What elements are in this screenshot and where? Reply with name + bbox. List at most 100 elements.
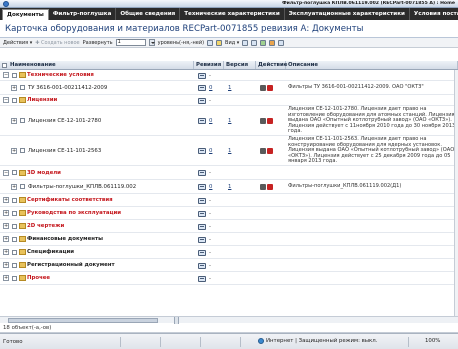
expand-toggle[interactable]: + <box>3 262 9 268</box>
table-row[interactable]: + Прочее - <box>0 272 458 285</box>
row-name[interactable]: ТУ 3616-001-00211412-2009 <box>28 85 107 91</box>
table-row[interactable]: −3D модели - <box>0 166 458 180</box>
help-icon[interactable] <box>278 39 285 46</box>
table-row[interactable]: + Финансовые документы - <box>0 233 458 246</box>
row-checkbox[interactable] <box>20 118 25 123</box>
row-name[interactable]: Спецификации <box>27 249 74 255</box>
clipboard-icon[interactable] <box>269 39 276 46</box>
row-name[interactable]: Лицензия СЕ-12-101-2780 <box>28 118 101 124</box>
export-icon[interactable] <box>251 39 258 46</box>
row-checkbox[interactable] <box>12 198 17 203</box>
col-revision[interactable]: Ревизия <box>194 61 224 69</box>
tab-documents[interactable]: Документы <box>2 9 49 20</box>
revision-link[interactable]: 0 <box>209 148 212 154</box>
row-name[interactable]: Регистрационный документ <box>27 262 115 268</box>
expand-toggle[interactable]: + <box>11 148 17 154</box>
version-link[interactable]: 1 <box>228 118 231 124</box>
row-name[interactable]: Прочее <box>27 275 50 281</box>
pdf-icon[interactable] <box>267 85 273 91</box>
row-checkbox[interactable] <box>12 276 17 281</box>
row-name[interactable]: Сертификаты соответствия <box>27 197 113 203</box>
revision-link[interactable]: 0 <box>209 184 212 190</box>
tab-delivery[interactable]: Условия поставки <box>410 8 458 20</box>
expand-dropdown-arrow[interactable] <box>148 39 155 46</box>
tab-filter[interactable]: Фильтр-поглушка <box>49 8 117 20</box>
expand-level-field[interactable]: 1 <box>115 39 146 46</box>
row-checkbox[interactable] <box>12 237 17 242</box>
table-row[interactable]: + Лицензия СЕ-11-101-2563 0 1 Лицензия СЕ… <box>0 136 458 166</box>
view-icon[interactable] <box>260 148 266 154</box>
row-name[interactable]: Лицензия СЕ-11-101-2563 <box>28 148 101 154</box>
actions-menu[interactable]: Действия ▾ <box>3 40 32 46</box>
table-row[interactable]: − Технические условия - <box>0 70 458 81</box>
expand-toggle[interactable]: + <box>3 210 9 216</box>
row-name[interactable]: Лицензии <box>27 97 57 103</box>
expand-toggle[interactable]: + <box>11 118 17 124</box>
select-all-checkbox[interactable] <box>2 62 7 68</box>
collapse-toggle[interactable]: − <box>3 170 9 176</box>
view-icon[interactable] <box>260 118 266 124</box>
row-name[interactable]: Руководства по эксплуатации <box>27 210 121 216</box>
col-version[interactable]: Версия <box>224 61 256 69</box>
tab-tech[interactable]: Технические характеристики <box>180 8 285 20</box>
revision-link[interactable]: 0 <box>209 118 212 124</box>
zoom-level[interactable]: 100% <box>425 338 440 344</box>
row-checkbox[interactable] <box>20 148 25 153</box>
expand-toggle[interactable]: + <box>3 197 9 203</box>
expand-toggle[interactable]: + <box>11 85 17 91</box>
expand-toggle[interactable]: + <box>3 223 9 229</box>
table-row[interactable]: + Спецификации - <box>0 246 458 259</box>
view-icon[interactable] <box>260 184 266 190</box>
horizontal-scrollbar[interactable] <box>0 316 458 324</box>
collapse-toggle[interactable]: − <box>3 72 9 78</box>
table-row[interactable]: + ТУ 3616-001-00211412-2009 0 1 Фильтры Т… <box>0 81 458 95</box>
documents-table: Наименование Ревизия Версия Действие Опи… <box>0 61 458 285</box>
tab-general[interactable]: Общие сведения <box>116 8 181 20</box>
row-name[interactable]: Технические условия <box>27 72 94 78</box>
pdf-icon[interactable] <box>267 148 273 154</box>
row-checkbox[interactable] <box>12 211 17 216</box>
row-checkbox[interactable] <box>12 73 17 78</box>
version-link[interactable]: 1 <box>228 148 231 154</box>
filter-icon[interactable] <box>216 39 223 46</box>
revision-link[interactable]: 0 <box>209 85 212 91</box>
version-link[interactable]: 1 <box>228 184 231 190</box>
expand-toggle[interactable]: + <box>11 184 17 190</box>
row-checkbox[interactable] <box>12 224 17 229</box>
columns-icon[interactable] <box>242 39 249 46</box>
tab-exploitation[interactable]: Эксплуатационные характеристики <box>285 8 410 20</box>
version-link[interactable]: 1 <box>228 85 231 91</box>
expand-toggle[interactable]: + <box>3 249 9 255</box>
print-icon[interactable] <box>260 39 267 46</box>
row-checkbox[interactable] <box>12 263 17 268</box>
row-checkbox[interactable] <box>12 250 17 255</box>
table-row[interactable]: + Руководства по эксплуатации - <box>0 207 458 220</box>
col-description[interactable]: Описание <box>286 61 458 69</box>
row-checkbox[interactable] <box>20 85 25 90</box>
expand-toggle[interactable]: + <box>3 275 9 281</box>
row-name[interactable]: Финансовые документы <box>27 236 103 242</box>
table-row[interactable]: + Регистрационный документ - <box>0 259 458 272</box>
col-action[interactable]: Действие <box>256 61 287 69</box>
pdf-icon[interactable] <box>267 184 273 190</box>
view-menu[interactable]: Вид ▾ <box>225 40 239 46</box>
create-new-button[interactable]: ✚ Создать новое <box>35 40 79 46</box>
table-row[interactable]: + Лицензия СЕ-12-101-2780 0 1 Лицензия СЕ… <box>0 106 458 136</box>
table-row[interactable]: +2D чертежи - <box>0 220 458 233</box>
row-checkbox[interactable] <box>20 184 25 189</box>
view-icon[interactable] <box>260 85 266 91</box>
row-name[interactable]: Фильтры-поглушки_КПЛВ.061119.002 <box>28 184 136 190</box>
collapse-toggle[interactable]: − <box>3 97 9 103</box>
pdf-icon[interactable] <box>267 118 273 124</box>
table-row[interactable]: + Сертификаты соответствия - <box>0 194 458 207</box>
col-name[interactable]: Наименование <box>0 61 194 69</box>
row-name[interactable]: 3D модели <box>27 170 61 176</box>
refresh-icon[interactable] <box>207 39 214 46</box>
table-row[interactable]: − Лицензии - <box>0 95 458 106</box>
vertical-scrollbar[interactable] <box>454 70 458 316</box>
row-name[interactable]: 2D чертежи <box>27 223 64 229</box>
row-checkbox[interactable] <box>12 170 17 175</box>
expand-toggle[interactable]: + <box>3 236 9 242</box>
table-row[interactable]: + Фильтры-поглушки_КПЛВ.061119.002 0 1 Фи… <box>0 180 458 194</box>
row-checkbox[interactable] <box>12 98 17 103</box>
